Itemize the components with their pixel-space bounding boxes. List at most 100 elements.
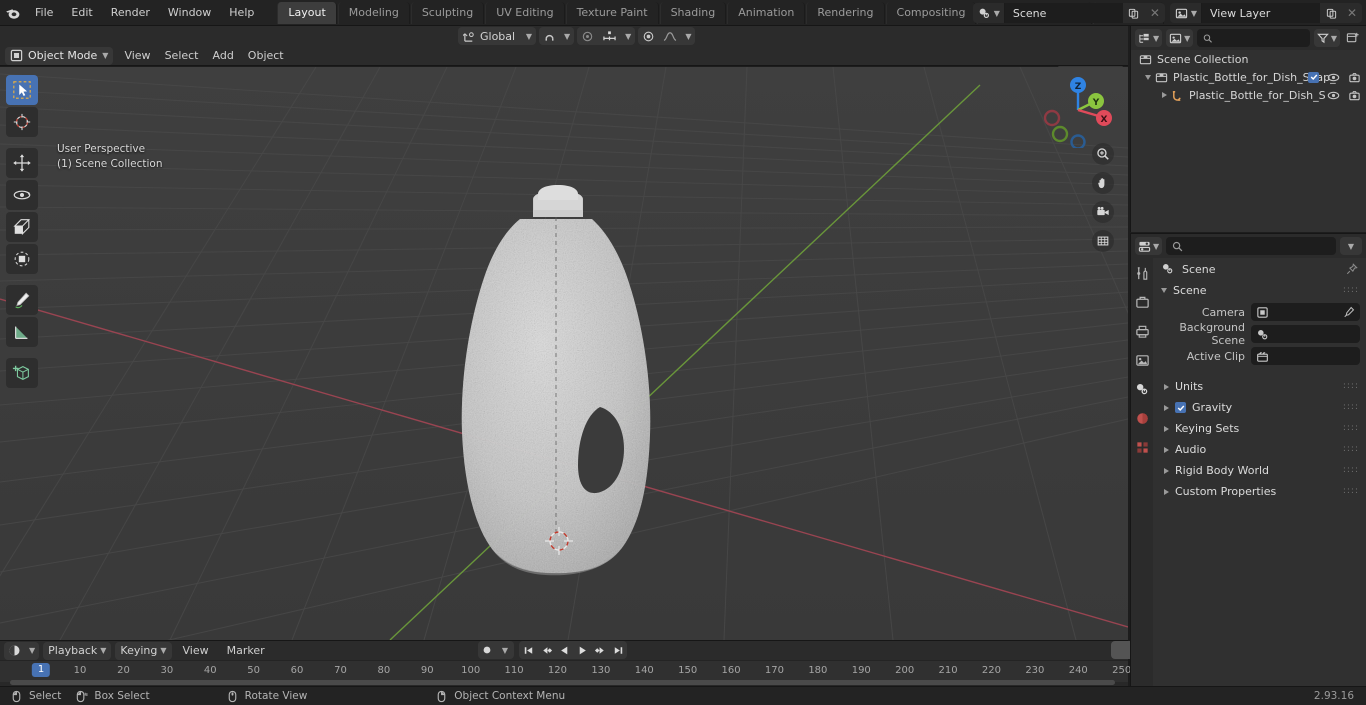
menu-file[interactable]: File — [26, 3, 62, 22]
tool-properties-tab[interactable] — [1133, 264, 1151, 282]
panel-checkbox[interactable] — [1175, 402, 1186, 413]
menu-render[interactable]: Render — [102, 3, 159, 22]
properties-search-input[interactable] — [1166, 237, 1336, 255]
chevron-down-icon[interactable] — [1145, 74, 1151, 80]
transform-orientation-dropdown[interactable]: Global ▼ — [458, 27, 536, 45]
render-camera-icon[interactable] — [1348, 89, 1361, 102]
rotate-tool[interactable] — [6, 180, 38, 210]
viewport-menu-select[interactable]: Select — [158, 47, 206, 64]
viewport-menu-object[interactable]: Object — [241, 47, 291, 64]
snap-magnet-icon[interactable] — [539, 27, 560, 45]
pan-hand-icon[interactable] — [1092, 172, 1114, 194]
menu-window[interactable]: Window — [159, 3, 220, 22]
play-icon[interactable] — [573, 641, 591, 659]
playhead-marker[interactable]: 1 — [31, 663, 51, 677]
timeline-editor-icon[interactable] — [4, 642, 25, 660]
previous-keyframe-icon[interactable] — [537, 641, 555, 659]
render-camera-icon[interactable] — [1348, 71, 1361, 84]
workspace-tab-shading[interactable]: Shading — [659, 1, 727, 24]
scene-icon[interactable]: ▼ — [972, 3, 1005, 23]
properties-panel-custom-properties[interactable]: Custom Properties:::: — [1153, 481, 1366, 502]
outliner-row[interactable]: Scene Collection — [1131, 50, 1366, 68]
camera-icon[interactable] — [1092, 201, 1114, 223]
output-properties-tab[interactable] — [1133, 322, 1151, 340]
properties-editor-type-dropdown[interactable]: ▼ — [1135, 237, 1163, 255]
outliner-search-input[interactable] — [1197, 29, 1310, 47]
new-collection-icon[interactable] — [1344, 31, 1362, 45]
grid-ortho-icon[interactable] — [1092, 230, 1114, 252]
workspace-tab-modeling[interactable]: Modeling — [337, 1, 410, 24]
menu-help[interactable]: Help — [220, 3, 263, 22]
next-keyframe-icon[interactable] — [591, 641, 609, 659]
editor-type-dropdown[interactable]: ▼ — [4, 641, 40, 660]
playback-dropdown[interactable]: Playback ▼ — [43, 641, 112, 660]
navigation-gizmo[interactable]: Z Y X — [1040, 72, 1116, 148]
properties-panel-rigid-body-world[interactable]: Rigid Body World:::: — [1153, 460, 1366, 481]
record-icon[interactable] — [478, 641, 496, 659]
viewport-menu-add[interactable]: Add — [206, 47, 241, 64]
workspace-tab-uv-editing[interactable]: UV Editing — [485, 1, 565, 24]
auto-key-caret-icon[interactable]: ▼ — [496, 641, 514, 659]
timeline-horizontal-scrollbar[interactable] — [10, 680, 1115, 685]
snap-element-icon[interactable] — [598, 27, 621, 45]
scene-properties-tab[interactable] — [1133, 380, 1151, 398]
proportional-falloff-controls[interactable]: ▼ — [638, 27, 696, 45]
view-layer-icon[interactable]: ▼ — [1169, 3, 1202, 23]
cursor-tool[interactable] — [6, 107, 38, 137]
outliner-row[interactable]: Plastic_Bottle_for_Dish_S — [1131, 86, 1366, 104]
world-properties-tab[interactable] — [1133, 409, 1151, 427]
object-mode-dropdown[interactable]: Object Mode ▼ — [5, 46, 114, 65]
zoom-icon[interactable] — [1092, 143, 1114, 165]
3d-viewport[interactable]: User Perspective (1) Scene Collection Z … — [0, 67, 1128, 640]
object-data-properties-tab[interactable] — [1133, 438, 1151, 456]
tweak-select-tool[interactable] — [6, 75, 38, 105]
blender-logo-icon[interactable] — [0, 0, 26, 26]
eyedropper-icon[interactable] — [1343, 306, 1355, 318]
snap-controls[interactable]: ▼ — [539, 27, 575, 45]
menu-edit[interactable]: Edit — [62, 3, 101, 22]
falloff-curve-icon[interactable] — [659, 27, 681, 45]
workspace-tab-compositing[interactable]: Compositing — [885, 1, 977, 24]
chevron-right-icon[interactable] — [1162, 92, 1167, 98]
proportional-dot-icon[interactable] — [638, 27, 659, 45]
view-layer-properties-tab[interactable] — [1133, 351, 1151, 369]
transport-controls[interactable] — [519, 641, 627, 659]
keying-dropdown[interactable]: Keying ▼ — [115, 641, 172, 660]
properties-options-caret[interactable]: ▼ — [1340, 237, 1362, 255]
proportional-edit-icon[interactable] — [577, 27, 598, 45]
timeline-marker-menu[interactable]: Marker — [220, 642, 272, 659]
editor-type-caret[interactable]: ▼ — [25, 642, 39, 660]
workspace-tab-animation[interactable]: Animation — [727, 1, 806, 24]
workspace-tab-layout[interactable]: Layout — [277, 1, 337, 24]
collection-checkbox[interactable] — [1308, 71, 1319, 83]
outliner-search-field[interactable] — [1216, 31, 1304, 45]
auto-keying-group[interactable]: ▼ — [478, 641, 514, 659]
unlink-scene-icon[interactable]: ✕ — [1144, 3, 1165, 23]
annotate-tool[interactable] — [6, 285, 38, 315]
scene-name[interactable]: Scene — [1004, 3, 1123, 23]
add-cube-tool[interactable] — [6, 358, 38, 388]
jump-to-start-icon[interactable] — [519, 641, 537, 659]
new-view-layer-icon[interactable] — [1320, 3, 1342, 23]
falloff-caret[interactable]: ▼ — [681, 27, 695, 45]
scale-tool[interactable] — [6, 212, 38, 242]
snap-element-caret[interactable]: ▼ — [621, 27, 635, 45]
jump-to-end-icon[interactable] — [609, 641, 627, 659]
new-scene-icon[interactable] — [1122, 3, 1145, 23]
display-mode-dropdown[interactable]: ▼ — [1166, 29, 1194, 47]
outliner-row[interactable]: Plastic_Bottle_for_Dish_Soap_ — [1131, 68, 1366, 86]
measure-tool[interactable] — [6, 317, 38, 347]
play-reverse-icon[interactable] — [555, 641, 573, 659]
workspace-tab-sculpting[interactable]: Sculpting — [410, 1, 485, 24]
properties-panel-keying-sets[interactable]: Keying Sets:::: — [1153, 418, 1366, 439]
scene-panel-header[interactable]: Scene :::: — [1153, 280, 1366, 301]
remove-view-layer-icon[interactable]: ✕ — [1342, 3, 1362, 23]
properties-panel-units[interactable]: Units:::: — [1153, 376, 1366, 397]
view-layer-selector[interactable]: ▼ View Layer ✕ — [1169, 3, 1362, 23]
timeline-ruler[interactable]: 10 20 30 40 50 60 70 80 90 100 110 120 130 140 150 160 1… — [0, 660, 1131, 682]
properties-panel-gravity[interactable]: Gravity:::: — [1153, 397, 1366, 418]
transform-tool[interactable] — [6, 244, 38, 274]
view-layer-name[interactable]: View Layer — [1202, 3, 1320, 23]
workspace-tab-texture-paint[interactable]: Texture Paint — [565, 1, 659, 24]
active-clip-field[interactable] — [1251, 347, 1360, 365]
